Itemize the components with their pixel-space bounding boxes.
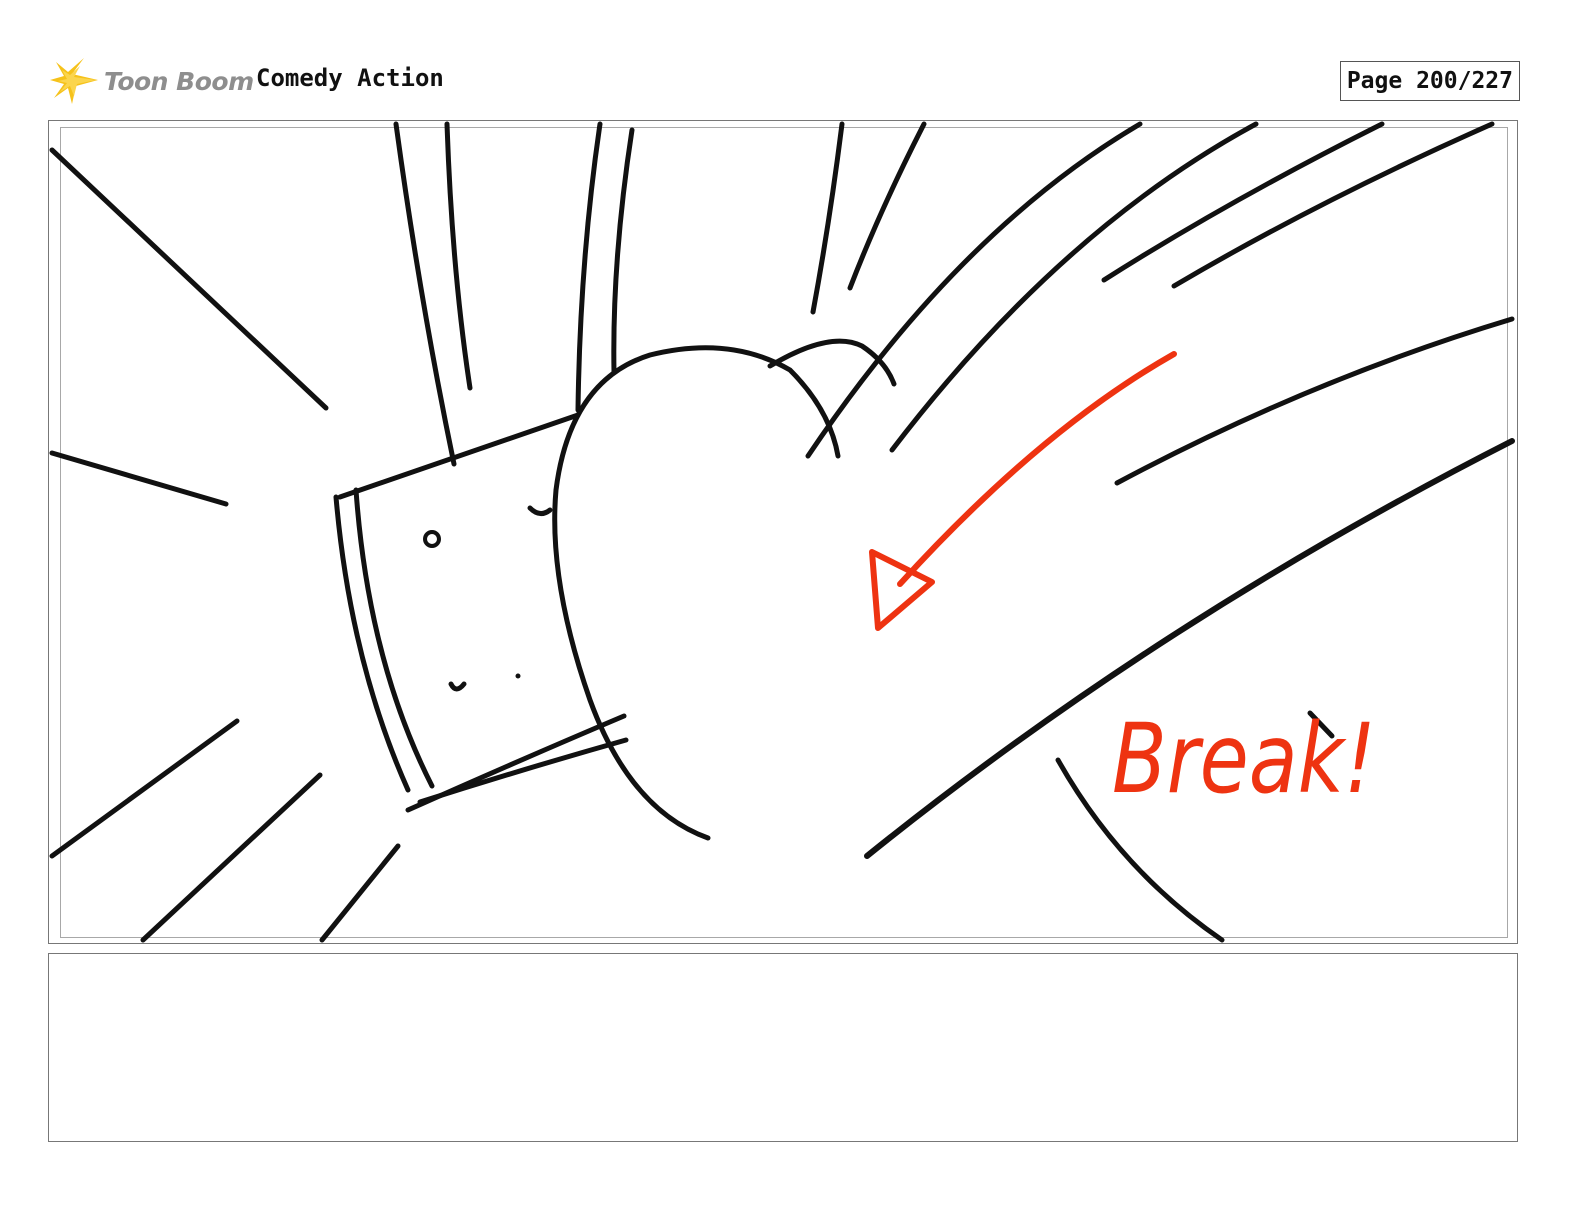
speed-line — [140, 772, 323, 943]
glove-cuff — [353, 487, 435, 789]
speed-line — [810, 121, 845, 315]
page-number-label: Page 200/227 — [1346, 68, 1513, 94]
speed-line — [49, 450, 229, 507]
cuff-mark — [448, 681, 467, 692]
toon-boom-logo: Toon Boom — [50, 56, 254, 106]
boxing-glove — [552, 345, 841, 841]
speed-line — [575, 121, 603, 413]
glove-cuff — [337, 412, 581, 500]
logo-text: Toon Boom — [104, 66, 254, 96]
speed-line — [444, 121, 473, 391]
speed-line — [49, 147, 329, 411]
cuff-dot — [515, 673, 521, 679]
project-title: Comedy Action — [256, 64, 444, 92]
speed-line — [319, 843, 401, 943]
panel-notes-box — [48, 953, 1518, 1142]
storyboard-panel-drawing: Break! — [49, 121, 1515, 943]
glove-cuff — [417, 737, 629, 805]
speed-line — [611, 127, 635, 375]
page-number-box: Page 200/227 — [1339, 61, 1520, 101]
speed-line — [847, 121, 927, 291]
starburst-icon — [50, 58, 98, 104]
glove-cuff — [333, 494, 411, 793]
cuff-dot — [423, 530, 441, 548]
speed-line — [889, 121, 1259, 453]
speed-line — [393, 121, 457, 467]
speed-line — [1101, 121, 1385, 283]
speed-line — [1114, 316, 1515, 486]
speed-line — [49, 718, 240, 859]
glove-detail — [527, 505, 553, 516]
panel-annotation: Break! — [1112, 703, 1376, 815]
